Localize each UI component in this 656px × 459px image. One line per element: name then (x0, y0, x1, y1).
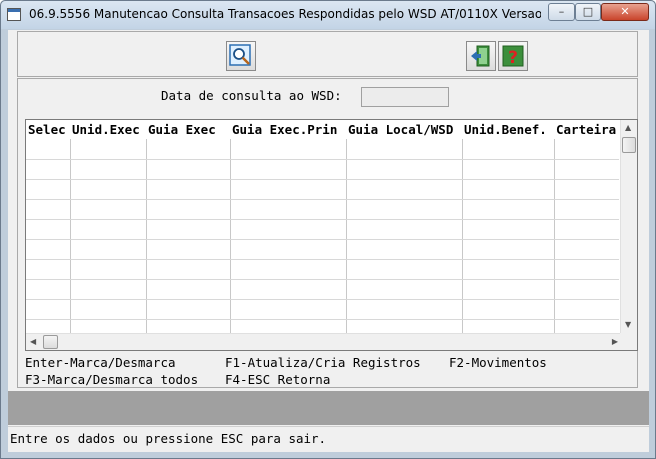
table-row[interactable] (26, 159, 619, 160)
transactions-grid[interactable]: Selec Unid.Exec Guia Exec Guia Exec.Prin… (25, 119, 638, 351)
help-f2-movimentos: F2-Movimentos (449, 355, 547, 370)
app-window-icon[interactable] (7, 8, 21, 21)
help-button[interactable]: ? (498, 41, 528, 71)
column-header-selec[interactable]: Selec (28, 122, 70, 137)
exit-button[interactable] (466, 41, 496, 71)
horizontal-scroll-thumb[interactable] (43, 335, 58, 349)
scroll-left-icon[interactable]: ◀ (30, 337, 36, 347)
column-header-unid-exec[interactable]: Unid.Exec (72, 122, 146, 137)
column-header-guia-local-wsd[interactable]: Guia Local/WSD (348, 122, 462, 137)
exit-door-icon (471, 45, 490, 67)
date-field[interactable] (361, 87, 449, 107)
grid-column-divider (554, 139, 555, 335)
vertical-scrollbar[interactable]: ▲ ▼ (620, 120, 637, 333)
table-row[interactable] (26, 279, 619, 280)
table-row[interactable] (26, 259, 619, 260)
scroll-up-icon[interactable]: ▲ (625, 123, 631, 133)
table-row[interactable] (26, 219, 619, 220)
query-panel: Data de consulta ao WSD: Selec Unid.Exec… (17, 78, 638, 388)
client-area: ? Data de consulta ao WSD: Selec Unid.Ex… (8, 30, 649, 452)
table-row[interactable] (26, 319, 619, 320)
svg-text:?: ? (508, 48, 518, 68)
vertical-scroll-thumb[interactable] (622, 137, 636, 153)
status-bar: Entre os dados ou pressione ESC para sai… (8, 426, 649, 452)
column-header-unid-benef[interactable]: Unid.Benef. (464, 122, 554, 137)
help-question-icon: ? (502, 45, 524, 68)
scrollbar-corner (620, 333, 637, 350)
scroll-right-icon[interactable]: ▶ (612, 337, 618, 347)
title-bar[interactable]: 06.9.5556 Manutencao Consulta Transacoes… (1, 1, 655, 29)
grid-header: Selec Unid.Exec Guia Exec Guia Exec.Prin… (26, 120, 619, 139)
search-zoom-icon (229, 44, 251, 66)
scroll-down-icon[interactable]: ▼ (625, 320, 631, 330)
minimize-button[interactable]: – (548, 3, 575, 21)
grid-column-divider (230, 139, 231, 335)
close-button[interactable]: ✕ (601, 3, 649, 21)
column-header-guia-exec[interactable]: Guia Exec (148, 122, 230, 137)
column-header-guia-exec-prin[interactable]: Guia Exec.Prin (232, 122, 346, 137)
grid-column-divider (146, 139, 147, 335)
window-title: 06.9.5556 Manutencao Consulta Transacoes… (29, 7, 541, 21)
date-label: Data de consulta ao WSD: (161, 88, 342, 103)
message-band (8, 391, 649, 425)
grid-column-divider (70, 139, 71, 335)
column-header-carteira[interactable]: Carteira (556, 122, 619, 137)
grid-column-divider (346, 139, 347, 335)
help-f4-esc-retorna: F4-ESC Retorna (225, 372, 331, 387)
help-enter-marca: Enter-Marca/Desmarca (25, 355, 176, 370)
help-f1-atualiza: F1-Atualiza/Cria Registros (225, 355, 421, 370)
toolbar: ? (17, 31, 638, 77)
maximize-button[interactable]: □ (575, 3, 601, 21)
table-row[interactable] (26, 199, 619, 200)
help-f3-marca-todos: F3-Marca/Desmarca todos (25, 372, 199, 387)
table-row[interactable] (26, 239, 619, 240)
application-window: 06.9.5556 Manutencao Consulta Transacoes… (0, 0, 656, 459)
table-row[interactable] (26, 179, 619, 180)
table-row[interactable] (26, 299, 619, 300)
horizontal-scrollbar[interactable]: ◀ ▶ (26, 333, 622, 350)
grid-column-divider (462, 139, 463, 335)
status-message: Entre os dados ou pressione ESC para sai… (10, 431, 327, 446)
search-button[interactable] (226, 41, 256, 71)
